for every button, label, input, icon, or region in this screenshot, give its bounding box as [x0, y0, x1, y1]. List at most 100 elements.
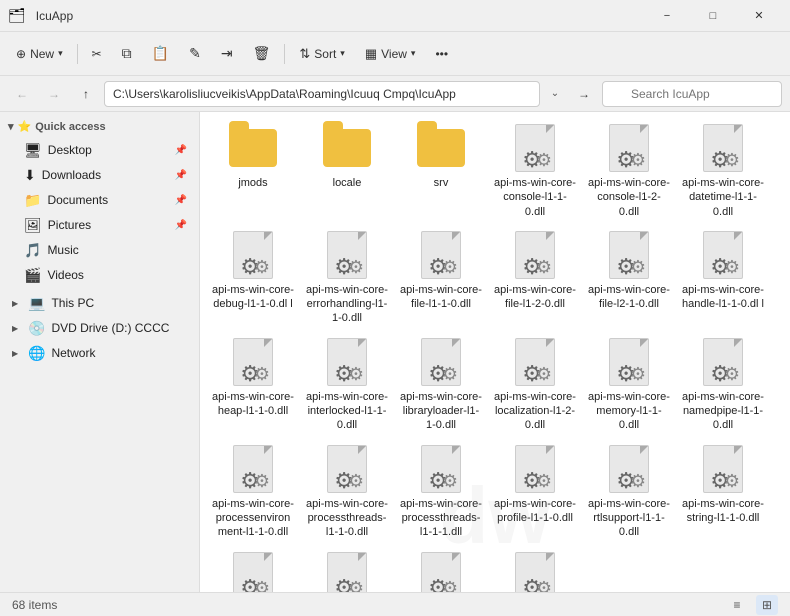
file-name: api-ms-win-core-console-l1-2-0.dll [588, 176, 670, 219]
rename-button[interactable]: ✎ [181, 38, 209, 70]
file-icon-container: ⚙ ⚙ [511, 552, 559, 592]
more-button[interactable]: ••• [427, 38, 456, 70]
title-bar-title: IcuApp [32, 9, 644, 23]
file-icon-container: ⚙ ⚙ [417, 552, 465, 592]
maximize-button[interactable]: □ [690, 0, 736, 32]
file-item[interactable]: ⚙ ⚙ api-ms-win-core-file-l1-2-0.dll [490, 227, 580, 330]
this-pc-icon: 💻 [28, 295, 45, 312]
file-item[interactable]: ⚙ ⚙ api-ms-win-core-string-l1-1-0.dll [678, 441, 768, 544]
file-item[interactable]: ⚙ ⚙ api-ms-win-core-handle-l1-1-0.dl l [678, 227, 768, 330]
quick-access-star-icon: ⭐ [18, 120, 32, 133]
sidebar-item-music[interactable]: 🎵 Music [16, 238, 195, 262]
file-item[interactable]: ⚙ ⚙ api-ms-win-core-rtlsupport-l1-1-0.dl… [584, 441, 674, 544]
minimize-button[interactable]: − [644, 0, 690, 32]
sort-button[interactable]: ⇅ Sort ▾ [291, 38, 352, 70]
pin-icon-desktop: 📌 [175, 145, 187, 156]
file-item[interactable]: ⚙ ⚙ api-ms-win-core-file-l2-1-0.dll [584, 227, 674, 330]
dll-icon: ⚙ ⚙ [421, 231, 461, 279]
grid-view-button[interactable]: ⊞ [756, 595, 778, 615]
toolbar-separator-2 [284, 44, 285, 64]
dll-icon: ⚙ ⚙ [703, 124, 743, 172]
file-item[interactable]: ⚙ ⚙ api-ms-win-core-heap-l1-1-0.dll [208, 334, 298, 437]
this-pc-expand-icon: ▶ [12, 299, 22, 308]
gear-small-icon: ⚙ [254, 365, 270, 383]
sidebar-item-this-pc[interactable]: ▶ 💻 This PC [4, 291, 195, 315]
search-input[interactable] [602, 81, 782, 107]
file-area[interactable]: dw jmods locale srv ⚙ ⚙ api-ms-win-core-… [200, 112, 790, 592]
file-item[interactable]: srv [396, 120, 486, 223]
file-item[interactable]: ⚙ ⚙ api-ms-win-core-synch-l1-1-0.dll [208, 548, 298, 592]
search-wrapper: 🔍 [602, 81, 782, 107]
file-icon-container: ⚙ ⚙ [417, 445, 465, 493]
file-name: api-ms-win-core-namedpipe-l1-1-0.dll [682, 390, 764, 433]
file-item[interactable]: ⚙ ⚙ api-ms-win-core-processthreads-l1-1-… [396, 441, 486, 544]
file-item[interactable]: ⚙ ⚙ api-ms-win-core-datetime-l1-1-0.dll [678, 120, 768, 223]
file-icon-container: ⚙ ⚙ [323, 231, 371, 279]
dll-icon: ⚙ ⚙ [515, 552, 555, 592]
dll-icon: ⚙ ⚙ [421, 445, 461, 493]
dll-icon: ⚙ ⚙ [609, 124, 649, 172]
file-item[interactable]: ⚙ ⚙ api-ms-win-core-file-l1-1-0.dll [396, 227, 486, 330]
file-item[interactable]: ⚙ ⚙ api-ms-win-core-namedpipe-l1-1-0.dll [678, 334, 768, 437]
file-icon-container: ⚙ ⚙ [511, 124, 559, 172]
file-icon-container: ⚙ ⚙ [605, 124, 653, 172]
pin-icon-documents: 📌 [175, 195, 187, 206]
file-name: srv [434, 176, 449, 190]
file-item[interactable]: ⚙ ⚙ api-ms-win-core-sysinfo-l1-1-0.dll [396, 548, 486, 592]
sidebar-quick-access-header[interactable]: ▾ ⭐ Quick access [0, 116, 199, 137]
file-icon-container: ⚙ ⚙ [229, 445, 277, 493]
file-icon-container: ⚙ ⚙ [323, 445, 371, 493]
address-input[interactable] [104, 81, 540, 107]
forward-button[interactable]: → [40, 80, 68, 108]
sidebar-item-downloads[interactable]: ⬇ Downloads 📌 [16, 163, 195, 187]
rename-icon: ✎ [189, 45, 201, 62]
file-item[interactable]: ⚙ ⚙ api-ms-win-core-libraryloader-l1-1-0… [396, 334, 486, 437]
paste-button[interactable]: 📋 [144, 38, 177, 70]
file-item[interactable]: ⚙ ⚙ api-ms-win-core-processenvironment-l… [208, 441, 298, 544]
file-name: api-ms-win-core-datetime-l1-1-0.dll [682, 176, 764, 219]
file-item[interactable]: ⚙ ⚙ api-ms-win-core-console-l1-2-0.dll [584, 120, 674, 223]
file-item[interactable]: ⚙ ⚙ api-ms-win-core-localization-l1-2-0.… [490, 334, 580, 437]
copy-button[interactable]: ⧉ [114, 38, 140, 70]
up-button[interactable]: ↑ [72, 80, 100, 108]
file-item[interactable]: ⚙ ⚙ api-ms-win-core-synch-l1-2-0.dll [302, 548, 392, 592]
sidebar-item-documents[interactable]: 📁 Documents 📌 [16, 188, 195, 212]
delete-button[interactable]: 🗑 [245, 38, 279, 70]
network-expand-icon: ▶ [12, 349, 22, 358]
share-icon: ⇥ [221, 45, 233, 62]
sidebar-item-dvd[interactable]: ▶ 💿 DVD Drive (D:) CCCC [4, 316, 195, 340]
list-view-button[interactable]: ≡ [726, 595, 748, 615]
file-item[interactable]: ⚙ ⚙ api-ms-win-core-errorhandling-l1-1-0… [302, 227, 392, 330]
file-item[interactable]: ⚙ ⚙ api-ms-win-core-profile-l1-1-0.dll [490, 441, 580, 544]
cut-button[interactable]: ✂ [84, 38, 110, 70]
file-item[interactable]: jmods [208, 120, 298, 223]
delete-icon: 🗑 [253, 45, 271, 62]
gear-small-icon: ⚙ [724, 365, 740, 383]
file-item[interactable]: ⚙ ⚙ api-ms-win-core-debug-l1-1-0.dl l [208, 227, 298, 330]
view-button[interactable]: ▦ View ▾ [357, 38, 424, 70]
back-button[interactable]: ← [8, 80, 36, 108]
file-item[interactable]: ⚙ ⚙ api-ms-win-core-processthreads-l1-1-… [302, 441, 392, 544]
dll-icon: ⚙ ⚙ [421, 338, 461, 386]
dll-icon: ⚙ ⚙ [233, 231, 273, 279]
address-chevron-icon[interactable]: ⌄ [544, 81, 566, 107]
dll-icon: ⚙ ⚙ [421, 552, 461, 592]
new-button[interactable]: ⊕ New ▾ [8, 38, 71, 70]
dll-icon: ⚙ ⚙ [327, 338, 367, 386]
file-item[interactable]: ⚙ ⚙ api-ms-win-core-memory-l1-1-0.dll [584, 334, 674, 437]
sidebar-item-desktop[interactable]: 🖥 Desktop 📌 [16, 138, 195, 162]
sidebar: ▾ ⭐ Quick access 🖥 Desktop 📌 ⬇ Downloads… [0, 112, 200, 592]
share-button[interactable]: ⇥ [213, 38, 241, 70]
file-item[interactable]: ⚙ ⚙ api-ms-win-core-console-l1-1-0.dll [490, 120, 580, 223]
file-item[interactable]: ⚙ ⚙ api-ms-win-core-interlocked-l1-1-0.d… [302, 334, 392, 437]
close-button[interactable]: ✕ [736, 0, 782, 32]
file-item[interactable]: ⚙ ⚙ api-ms-win-core-timezone-l1-1-0.dll [490, 548, 580, 592]
sidebar-item-videos[interactable]: 🎬 Videos [16, 263, 195, 287]
sidebar-item-network[interactable]: ▶ 🌐 Network [4, 341, 195, 365]
file-item[interactable]: locale [302, 120, 392, 223]
sidebar-item-pictures[interactable]: 🖼 Pictures 📌 [16, 213, 195, 237]
file-name: api-ms-win-core-errorhandling-l1-1-0.dll [306, 283, 388, 326]
file-name: api-ms-win-core-rtlsupport-l1-1-0.dll [588, 497, 670, 540]
quick-access-expand-icon: ▾ [8, 120, 14, 133]
go-button[interactable]: → [570, 80, 598, 108]
